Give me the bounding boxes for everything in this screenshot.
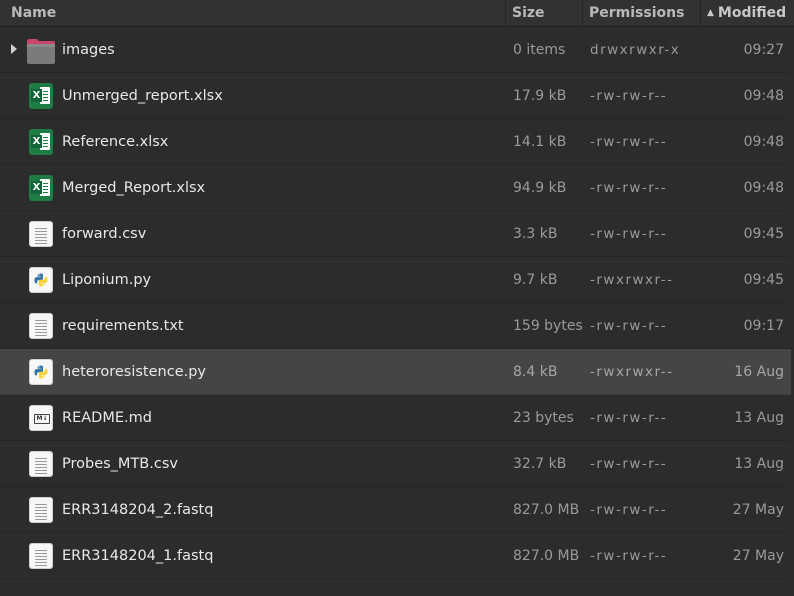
file-row[interactable]: X Merged_Report.xlsx 94.9 kB -rw-rw-r-- 09:4… bbox=[0, 165, 794, 211]
file-permissions: -rw-rw-r-- bbox=[590, 180, 668, 196]
file-size: 3.3 kB bbox=[513, 226, 558, 242]
file-size: 23 bytes bbox=[513, 410, 574, 426]
file-permissions: -rw-rw-r-- bbox=[590, 88, 668, 104]
file-size: 14.1 kB bbox=[513, 134, 567, 150]
text-file-icon bbox=[29, 221, 53, 247]
file-row[interactable]: images 0 items drwxrwxr-x 09:27 bbox=[0, 27, 794, 73]
text-file-icon bbox=[29, 313, 53, 339]
column-header-size[interactable]: Size bbox=[506, 0, 583, 27]
file-modified: 09:45 bbox=[743, 272, 784, 288]
file-name: Unmerged_report.xlsx bbox=[62, 88, 223, 104]
file-permissions: -rw-rw-r-- bbox=[590, 226, 668, 242]
file-permissions: -rw-rw-r-- bbox=[590, 548, 668, 564]
spreadsheet-icon: X bbox=[29, 129, 53, 155]
file-size: 0 items bbox=[513, 42, 566, 58]
file-permissions: -rwxrwxr-- bbox=[590, 272, 674, 288]
file-size: 32.7 kB bbox=[513, 456, 567, 472]
file-row[interactable]: X Unmerged_report.xlsx 17.9 kB -rw-rw-r-- 09… bbox=[0, 73, 794, 119]
file-permissions: -rw-rw-r-- bbox=[590, 410, 668, 426]
python-file-icon bbox=[29, 359, 53, 385]
file-row[interactable]: Liponium.py 9.7 kB -rwxrwxr-- 09:45 bbox=[0, 257, 794, 303]
file-modified: 09:48 bbox=[743, 88, 784, 104]
column-header-permissions[interactable]: Permissions bbox=[583, 0, 701, 27]
file-row[interactable]: M↓ README.md 23 bytes -rw-rw-r-- 13 Aug bbox=[0, 395, 794, 441]
spreadsheet-icon: X bbox=[29, 175, 53, 201]
file-modified: 09:45 bbox=[743, 226, 784, 242]
file-modified: 27 May bbox=[732, 548, 784, 564]
file-size: 827.0 MB bbox=[513, 548, 580, 564]
file-size: 8.4 kB bbox=[513, 364, 558, 380]
text-file-icon bbox=[29, 497, 53, 523]
file-name: heteroresistence.py bbox=[62, 364, 207, 380]
column-header-modified-label: Modified bbox=[717, 5, 787, 21]
file-row[interactable]: Probes_MTB.csv 32.7 kB -rw-rw-r-- 13 Aug bbox=[0, 441, 794, 487]
file-modified: 09:27 bbox=[743, 42, 784, 58]
folder-icon bbox=[26, 37, 56, 65]
file-name: forward.csv bbox=[62, 226, 147, 242]
file-modified: 13 Aug bbox=[734, 456, 784, 472]
file-modified: 09:17 bbox=[743, 318, 784, 334]
file-size: 9.7 kB bbox=[513, 272, 558, 288]
column-header-bar: Name Size Permissions ▲ Modified bbox=[0, 0, 794, 27]
file-permissions: drwxrwxr-x bbox=[590, 42, 681, 58]
column-header-name[interactable]: Name bbox=[0, 0, 506, 27]
file-row[interactable]: X Reference.xlsx 14.1 kB -rw-rw-r-- 09:48 bbox=[0, 119, 794, 165]
file-row[interactable]: heteroresistence.py 8.4 kB -rwxrwxr-- 16 Au… bbox=[0, 349, 794, 395]
file-name: Liponium.py bbox=[62, 272, 152, 288]
text-file-icon bbox=[29, 451, 53, 477]
file-name: ERR3148204_2.fastq bbox=[62, 502, 214, 518]
spreadsheet-icon: X bbox=[29, 83, 53, 109]
file-permissions: -rw-rw-r-- bbox=[590, 456, 668, 472]
file-row[interactable]: requirements.txt 159 bytes -rw-rw-r-- 09:17 bbox=[0, 303, 794, 349]
file-permissions: -rw-rw-r-- bbox=[590, 134, 668, 150]
file-row[interactable]: ERR3148204_1.fastq 827.0 MB -rw-rw-r-- 27 M… bbox=[0, 533, 794, 579]
file-name: Merged_Report.xlsx bbox=[62, 180, 206, 196]
file-modified: 09:48 bbox=[743, 134, 784, 150]
text-file-icon bbox=[29, 543, 53, 569]
file-name: images bbox=[62, 42, 115, 58]
file-permissions: -rw-rw-r-- bbox=[590, 318, 668, 334]
file-row[interactable]: forward.csv 3.3 kB -rw-rw-r-- 09:45 bbox=[0, 211, 794, 257]
sort-ascending-icon: ▲ bbox=[707, 8, 714, 18]
file-name: requirements.txt bbox=[62, 318, 184, 334]
python-file-icon bbox=[29, 267, 53, 293]
file-modified: 27 May bbox=[732, 502, 784, 518]
file-name: Probes_MTB.csv bbox=[62, 456, 178, 472]
file-row[interactable]: ERR3148204_2.fastq 827.0 MB -rw-rw-r-- 27 M… bbox=[0, 487, 794, 533]
column-header-modified[interactable]: ▲ Modified bbox=[701, 0, 794, 27]
file-modified: 16 Aug bbox=[734, 364, 784, 380]
file-modified: 09:48 bbox=[743, 180, 784, 196]
file-size: 827.0 MB bbox=[513, 502, 580, 518]
file-name: Reference.xlsx bbox=[62, 134, 169, 150]
file-name: README.md bbox=[62, 410, 152, 426]
file-permissions: -rwxrwxr-- bbox=[590, 364, 674, 380]
file-name: ERR3148204_1.fastq bbox=[62, 548, 214, 564]
expand-arrow-icon[interactable] bbox=[11, 44, 17, 54]
file-size: 17.9 kB bbox=[513, 88, 567, 104]
file-size: 94.9 kB bbox=[513, 180, 567, 196]
file-permissions: -rw-rw-r-- bbox=[590, 502, 668, 518]
file-size: 159 bytes bbox=[513, 318, 583, 334]
markdown-file-icon: M↓ bbox=[29, 405, 53, 431]
file-modified: 13 Aug bbox=[734, 410, 784, 426]
file-list: images 0 items drwxrwxr-x 09:27 X Unmerged_re… bbox=[0, 27, 794, 579]
